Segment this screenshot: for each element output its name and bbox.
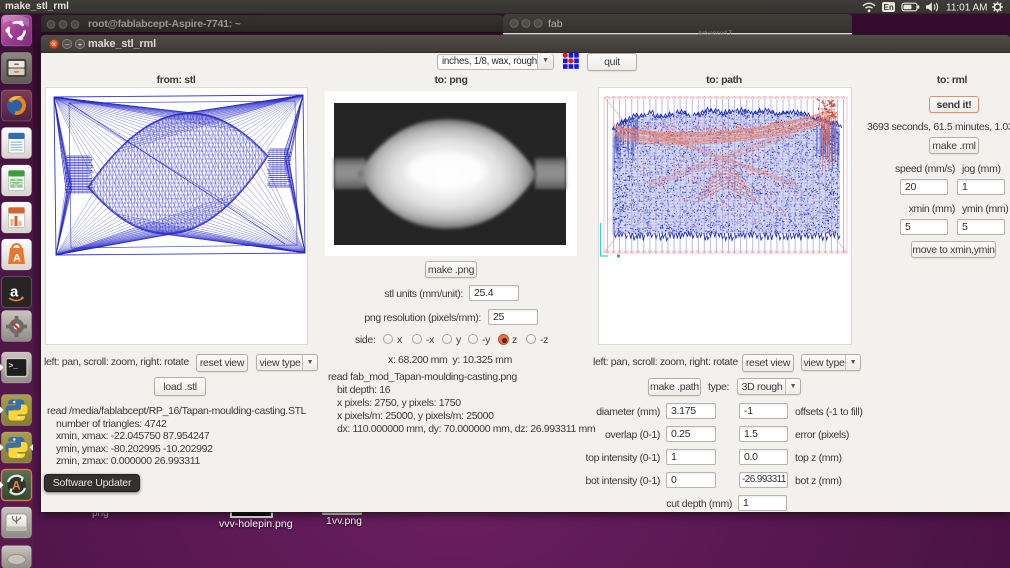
- svg-text:A: A: [12, 479, 21, 493]
- svg-text:11:01 AM: 11:01 AM: [946, 3, 988, 14]
- svg-text:a: a: [10, 284, 19, 301]
- svg-text:En: En: [884, 3, 894, 12]
- svg-text:>_: >_: [9, 362, 19, 371]
- svg-text:A: A: [13, 253, 21, 265]
